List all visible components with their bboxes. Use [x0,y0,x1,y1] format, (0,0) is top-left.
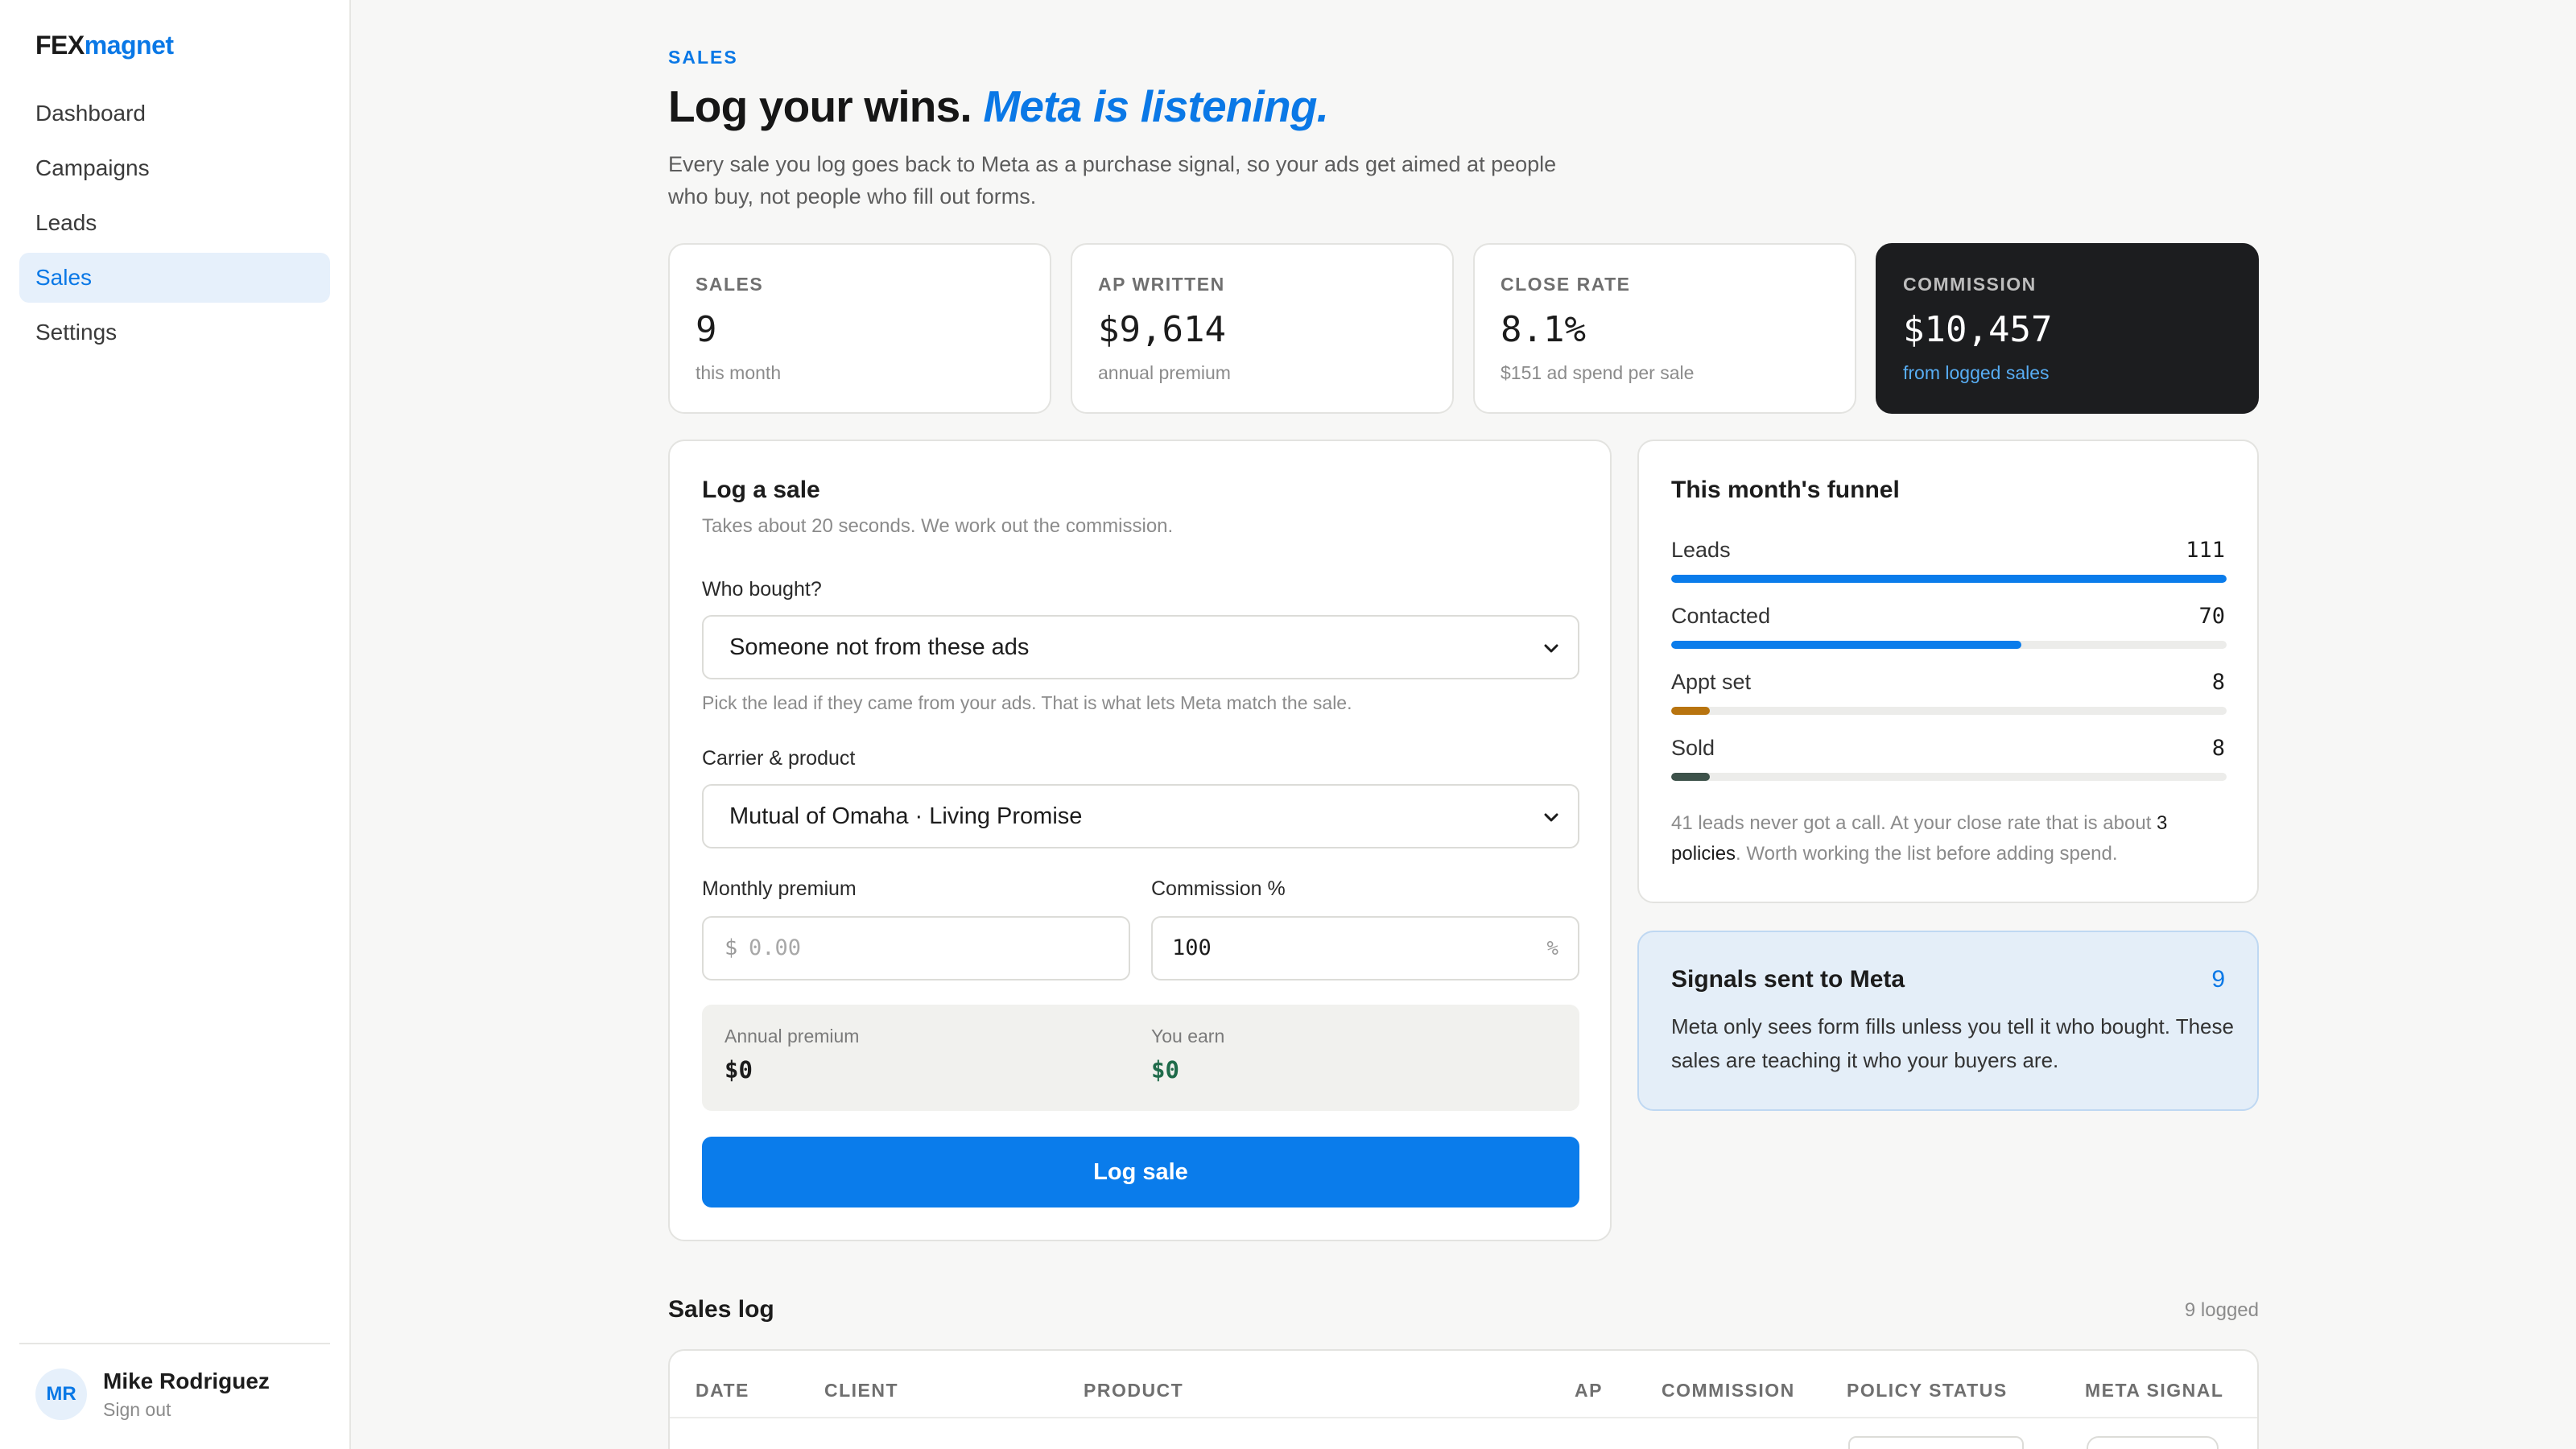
sidebar: FEXmagnet Dashboard Campaigns Leads Sale… [0,0,351,1449]
brand-part-1: FEX [35,31,85,60]
stat-value: 8.1% [1501,309,1586,350]
column-header-product[interactable]: PRODUCT [1084,1380,1183,1402]
carrier-label: Carrier & product [702,747,856,770]
table-header-divider [670,1417,2257,1418]
column-header-meta-signal[interactable]: META SIGNAL [2085,1380,2223,1402]
stat-label: CLOSE RATE [1501,274,1631,295]
funnel-label-sold: Sold [1671,736,1715,760]
funnel-bar-appt-set [1671,707,2227,715]
earnings-summary: Annual premium $0 You earn $0 [702,1005,1579,1111]
stat-subtext: this month [696,362,782,383]
sidebar-item-campaigns[interactable]: Campaigns [19,143,330,193]
you-earn-label: You earn [1151,1026,1225,1046]
column-header-date[interactable]: DATE [696,1380,749,1402]
column-header-client[interactable]: CLIENT [824,1380,898,1402]
sidebar-item-leads[interactable]: Leads [19,198,330,248]
who-bought-select[interactable]: Someone not from these ads [702,615,1579,679]
chevron-down-icon [1544,813,1558,822]
meta-signals-count: 9 [2211,966,2225,993]
stat-label: AP WRITTEN [1098,274,1225,295]
annual-premium-label: Annual premium [724,1026,860,1046]
stat-label: COMMISSION [1903,274,2037,295]
log-sale-title: Log a sale [702,477,820,503]
funnel-label-contacted: Contacted [1671,604,1771,628]
funnel-note-prefix: 41 leads never got a call. At your close… [1671,812,2157,834]
funnel-fill-appt-set [1671,707,1711,715]
brand-logo[interactable]: FEXmagnet [35,31,174,60]
funnel-value-sold: 8 [2211,736,2225,761]
carrier-product-select[interactable]: Mutual of Omaha · Living Promise [702,784,1579,848]
stat-value: 9 [696,309,717,350]
stat-value: $10,457 [1903,309,2053,350]
who-bought-value: Someone not from these ads [729,634,1030,660]
page-eyebrow: SALES [668,47,738,68]
funnel-fill-contacted [1671,641,2021,649]
funnel-value-leads: 111 [2186,538,2225,563]
funnel-label-leads: Leads [1671,538,1731,562]
commission-percent-label: Commission % [1151,877,1286,900]
stat-card-ap-written: AP WRITTEN $9,614 annual premium [1071,243,1454,414]
annual-premium-value: $0 [724,1056,753,1084]
stat-subtext: from logged sales [1903,362,2050,383]
user-profile: MR Mike Rodriguez Sign out [19,1343,330,1449]
sales-log-title: Sales log [668,1296,774,1323]
stat-card-commission: COMMISSION $10,457 from logged sales [1876,243,2259,414]
stat-card-close-rate: CLOSE RATE 8.1% $151 ad spend per sale [1473,243,1856,414]
page-title-main: Log your wins. [668,81,972,131]
who-bought-help: Pick the lead if they came from your ads… [702,692,1352,713]
sales-log-count: 9 logged [2184,1299,2259,1321]
funnel-bar-sold [1671,773,2227,781]
column-header-ap[interactable]: AP [1575,1380,1603,1402]
column-header-policy-status[interactable]: POLICY STATUS [1847,1380,2008,1402]
funnel-bar-leads [1671,575,2227,583]
funnel-bar-contacted [1671,641,2227,649]
funnel-title: This month's funnel [1671,477,1900,503]
page-title-accent: Meta is listening. [983,81,1329,131]
funnel-label-appt-set: Appt set [1671,670,1752,694]
monthly-premium-label: Monthly premium [702,877,857,900]
funnel-fill-leads [1671,575,2227,583]
chevron-down-icon [1544,644,1558,653]
percent-suffix: % [1546,937,1558,960]
funnel-fill-sold [1671,773,1711,781]
commission-percent-value: 100 [1172,935,1212,960]
log-sale-subtitle: Takes about 20 seconds. We work out the … [702,515,1174,537]
currency-prefix: $ [724,935,738,960]
stat-value: $9,614 [1098,309,1226,350]
meta-signals-title: Signals sent to Meta [1671,966,1905,993]
sidebar-nav: Dashboard Campaigns Leads Sales Settings [19,89,330,362]
policy-status-select[interactable] [1848,1436,2024,1449]
funnel-value-appt-set: 8 [2211,670,2225,695]
avatar[interactable]: MR [35,1368,87,1420]
meta-signal-badge [2087,1436,2219,1449]
meta-signals-card: Signals sent to Meta 9 Meta only sees fo… [1637,931,2259,1111]
commission-percent-input[interactable]: 100 % [1151,916,1579,980]
funnel-panel: This month's funnel Leads 111 Contacted … [1637,440,2259,903]
funnel-note: 41 leads never got a call. At your close… [1671,808,2227,869]
who-bought-label: Who bought? [702,578,822,601]
user-name: Mike Rodriguez [103,1368,270,1393]
stat-subtext: annual premium [1098,362,1231,383]
you-earn-value: $0 [1151,1056,1179,1084]
funnel-note-suffix: . Worth working the list before adding s… [1736,843,2118,865]
meta-signals-description: Meta only sees form fills unless you tel… [1671,1014,2234,1072]
sign-out-link[interactable]: Sign out [103,1399,171,1421]
stat-card-sales: SALES 9 this month [668,243,1051,414]
carrier-product-value: Mutual of Omaha · Living Promise [729,803,1083,829]
monthly-premium-input[interactable]: $ 0.00 [702,916,1130,980]
stat-subtext: $151 ad spend per sale [1501,362,1695,383]
monthly-premium-placeholder: 0.00 [749,935,802,960]
brand-part-2: magnet [84,31,174,60]
page-title: Log your wins. Meta is listening. [668,80,1329,132]
column-header-commission[interactable]: COMMISSION [1662,1380,1795,1402]
log-sale-button[interactable]: Log sale [702,1137,1579,1208]
page-subtitle: Every sale you log goes back to Meta as … [668,152,1557,208]
sidebar-item-dashboard[interactable]: Dashboard [19,89,330,138]
sidebar-item-settings[interactable]: Settings [19,308,330,357]
stat-label: SALES [696,274,764,295]
log-sale-panel: Log a sale Takes about 20 seconds. We wo… [668,440,1612,1241]
sidebar-item-sales[interactable]: Sales [19,253,330,303]
sales-log-table: DATE CLIENT PRODUCT AP COMMISSION POLICY… [668,1349,2259,1449]
funnel-value-contacted: 70 [2198,604,2225,629]
